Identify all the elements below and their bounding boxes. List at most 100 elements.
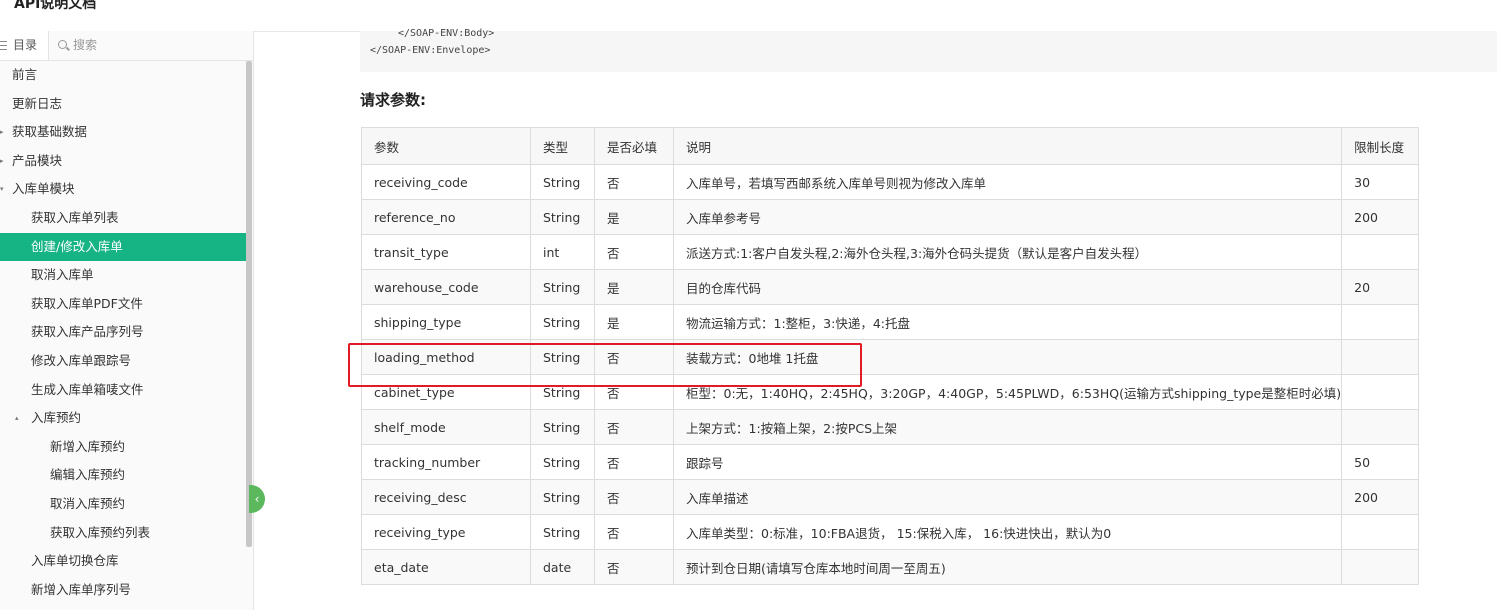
cell-desc: 目的仓库代码 xyxy=(672,269,1343,305)
cell-length: 200 xyxy=(1341,479,1420,515)
cell-param: tracking_number xyxy=(361,444,531,480)
sidebar-item-inbound-list[interactable]: 获取入库单列表 xyxy=(0,204,246,233)
cell-required: 否 xyxy=(594,444,674,480)
app-title: API说明文档 xyxy=(14,0,97,12)
sidebar-item-booking[interactable]: ▴ 入库预约 xyxy=(0,404,246,433)
sidebar-item-preface[interactable]: 前言 xyxy=(0,61,246,90)
col-header: 限制长度 xyxy=(1341,127,1420,165)
sidebar-item-label: 修改入库单跟踪号 xyxy=(31,352,132,368)
cell-type: int xyxy=(530,234,595,270)
code-block: </SOAP-ENV:Body> </SOAP-ENV:Envelope> xyxy=(360,28,1497,72)
sidebar-item-inbound-pdf[interactable]: 获取入库单PDF文件 xyxy=(0,290,246,319)
cell-type: String xyxy=(530,479,595,515)
cell-length: 200 xyxy=(1341,199,1420,235)
sidebar-item-label: 取消入库单 xyxy=(31,267,94,283)
cell-desc: 派送方式:1:客户自发头程,2:海外仓头程,3:海外仓码头提货（默认是客户自发头… xyxy=(672,234,1343,270)
sidebar-item-label: 取消入库预约 xyxy=(50,495,126,511)
sidebar-item-switch-warehouse[interactable]: 入库单切换仓库 xyxy=(0,547,246,576)
sidebar-item-inbound[interactable]: ▾ 入库单模块 xyxy=(0,175,246,204)
sidebar-item-create-inbound[interactable]: 创建/修改入库单 xyxy=(0,232,246,262)
caret-down-icon[interactable]: ▾ xyxy=(0,175,4,203)
table-row: transit_type int 否派送方式:1:客户自发头程,2:海外仓头程,3:… xyxy=(361,234,1420,270)
sidebar-item-label: 获取入库产品序列号 xyxy=(31,324,144,340)
code-line: </SOAP-ENV:Envelope> xyxy=(370,45,491,56)
caret-right-icon[interactable]: ▸ xyxy=(0,118,4,146)
cell-length xyxy=(1341,374,1420,410)
tab-toc[interactable]: 目录 xyxy=(0,31,49,60)
chevron-left-icon: ‹ xyxy=(254,492,260,506)
sidebar-item-inbound-serial[interactable]: 获取入库产品序列号 xyxy=(0,318,246,347)
sidebar-item-booking-add[interactable]: 新增入库预约 xyxy=(0,433,246,462)
cell-required: 是 xyxy=(594,269,674,305)
list-icon xyxy=(0,41,7,50)
sidebar-item-label: 获取基础数据 xyxy=(12,124,88,140)
cell-required: 否 xyxy=(594,164,674,200)
cell-required: 否 xyxy=(594,549,674,585)
cell-required: 否 xyxy=(594,234,674,270)
cell-type: String xyxy=(530,444,595,480)
sidebar-item-label: 获取入库预约列表 xyxy=(50,524,151,540)
cell-required: 否 xyxy=(594,514,674,550)
table-row: receiving_type String 否入库单类型：0:标准，10:FBA退货… xyxy=(361,514,1420,550)
col-header: 说明 xyxy=(672,127,1343,165)
sidebar-item-label: 入库单切换仓库 xyxy=(31,553,119,569)
cell-type: String xyxy=(530,199,595,235)
cell-type: String xyxy=(530,514,595,550)
search-input[interactable]: 搜索 xyxy=(49,31,249,60)
sidebar-item-label: 入库预约 xyxy=(31,410,82,426)
sidebar-item-changelog[interactable]: 更新日志 xyxy=(0,90,246,119)
sidebar-item-label: 产品模块 xyxy=(12,152,63,168)
sidebar-item-cancel-inbound[interactable]: 取消入库单 xyxy=(0,261,246,290)
sidebar-item-label: 新增入库单序列号 xyxy=(31,581,132,597)
cell-desc: 上架方式：1:按箱上架，2:按PCS上架 xyxy=(672,409,1343,445)
table-row: warehouse_code String 是目的仓库代码 20 xyxy=(361,269,1420,305)
table-row: reference_no String 是入库单参考号 200 xyxy=(361,199,1420,235)
tab-toc-label: 目录 xyxy=(13,38,38,52)
sidebar-item-basic-data[interactable]: ▸ 获取基础数据 xyxy=(0,118,246,147)
cell-desc: 入库单参考号 xyxy=(672,199,1343,235)
cell-type: String xyxy=(530,304,595,340)
cell-param: reference_no xyxy=(361,199,531,235)
cell-desc: 物流运输方式：1:整柜，3:快递，4:托盘 xyxy=(672,304,1343,340)
sidebar-item-label: 编辑入库预约 xyxy=(50,467,126,483)
sidebar-item-booking-edit[interactable]: 编辑入库预约 xyxy=(0,461,246,490)
cell-length: 50 xyxy=(1341,444,1420,480)
highlight-box xyxy=(348,343,862,387)
sidebar-item-label: 获取入库单PDF文件 xyxy=(31,295,143,311)
cell-required: 否 xyxy=(594,409,674,445)
cell-length: 20 xyxy=(1341,269,1420,305)
cell-length xyxy=(1341,234,1420,270)
sidebar-tabs: 目录 搜索 xyxy=(0,31,253,61)
cell-desc: 预计到仓日期(请填写仓库本地时间周一至周五) xyxy=(672,549,1343,585)
sidebar-item-box-label[interactable]: 生成入库单箱唛文件 xyxy=(0,376,246,405)
caret-right-icon[interactable]: ▸ xyxy=(0,147,4,175)
collapse-sidebar-button[interactable]: ‹ xyxy=(249,485,265,513)
sidebar-item-product[interactable]: ▸ 产品模块 xyxy=(0,147,246,176)
table-header-row: 参数 类型 是否必填 说明 限制长度 xyxy=(361,127,1420,165)
table-row: shipping_type String 是物流运输方式：1:整柜，3:快递，4:托… xyxy=(361,304,1420,340)
sidebar-item-edit-tracking[interactable]: 修改入库单跟踪号 xyxy=(0,347,246,376)
cell-desc: 跟踪号 xyxy=(672,444,1343,480)
code-line: </SOAP-ENV:Body> xyxy=(398,28,495,39)
cell-length xyxy=(1341,409,1420,445)
caret-down-icon[interactable]: ▴ xyxy=(15,404,19,432)
section-title: 请求参数: xyxy=(360,91,426,109)
sidebar-scrollbar[interactable] xyxy=(246,61,252,547)
sidebar-item-label: 新增入库预约 xyxy=(50,438,126,454)
toc-nav: 前言 更新日志 ▸ 获取基础数据 ▸ 产品模块 ▾ 入库单模块 获取入库单列表 创建/… xyxy=(0,61,246,604)
cell-param: shipping_type xyxy=(361,304,531,340)
cell-param: receiving_code xyxy=(361,164,531,200)
cell-desc: 入库单描述 xyxy=(672,479,1343,515)
sidebar-item-booking-cancel[interactable]: 取消入库预约 xyxy=(0,490,246,519)
sidebar-item-booking-list[interactable]: 获取入库预约列表 xyxy=(0,519,246,548)
cell-length xyxy=(1341,339,1420,375)
cell-required: 是 xyxy=(594,304,674,340)
cell-param: warehouse_code xyxy=(361,269,531,305)
col-header: 参数 xyxy=(361,127,531,165)
sidebar-item-add-serial[interactable]: 新增入库单序列号 xyxy=(0,576,246,605)
sidebar-item-label: 入库单模块 xyxy=(12,181,75,197)
table-row: receiving_code String 否入库单号，若填写西邮系统入库单号则视为… xyxy=(361,164,1420,200)
cell-desc: 入库单类型：0:标准，10:FBA退货， 15:保税入库， 16:快进快出，默认… xyxy=(672,514,1343,550)
cell-param: transit_type xyxy=(361,234,531,270)
cell-type: String xyxy=(530,164,595,200)
